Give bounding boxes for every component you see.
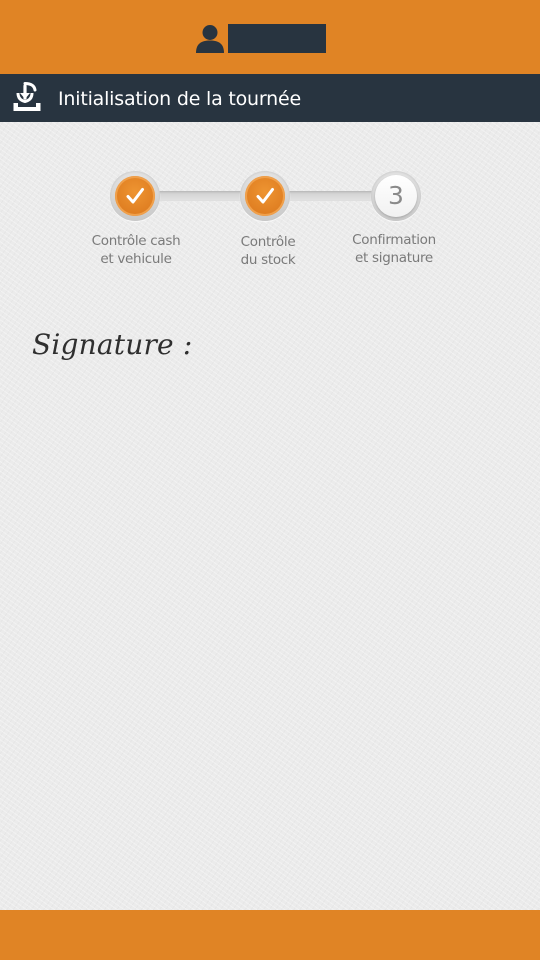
top-bar (0, 0, 540, 74)
step-3-label-line1: Confirmation (352, 232, 436, 248)
step-1-indicator (110, 171, 160, 221)
user-name-badge[interactable] (228, 24, 326, 53)
step-2-label-line2: du stock (240, 252, 296, 268)
step-1-done-badge (115, 176, 155, 216)
download-tray-icon (13, 82, 41, 111)
user-icon[interactable] (195, 24, 225, 53)
step-1-label-line1: Contrôle cash (91, 233, 181, 249)
check-icon (256, 188, 274, 204)
step-2-label: Contrôle du stock (208, 233, 328, 269)
progress-stepper: 3 Contrôle cash et vehicule Contrôle du … (0, 122, 540, 282)
step-2-label-line1: Contrôle (240, 234, 296, 250)
step-connector-2-3 (284, 191, 380, 201)
step-2-done-badge (245, 176, 285, 216)
step-3-label-line2: et signature (355, 250, 433, 266)
page-title: Initialisation de la tournée (58, 88, 301, 110)
step-2-indicator (240, 171, 290, 221)
step-connector-1-2 (155, 191, 251, 201)
bottom-bar (0, 910, 540, 960)
step-3-indicator: 3 (371, 171, 421, 221)
step-3-label: Confirmation et signature (334, 231, 454, 267)
check-icon (126, 188, 144, 204)
step-3-number: 3 (375, 175, 417, 217)
step-1-label: Contrôle cash et vehicule (76, 232, 196, 268)
step-1-label-line2: et vehicule (100, 251, 172, 267)
signature-heading: Signature : (32, 328, 193, 361)
signature-pad[interactable] (20, 380, 520, 890)
title-bar: Initialisation de la tournée (0, 74, 540, 122)
